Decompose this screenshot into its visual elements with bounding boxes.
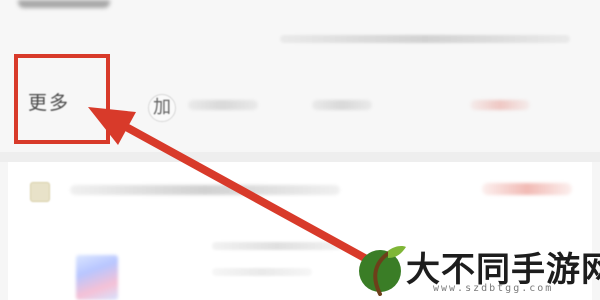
blurred-subtitle (280, 35, 570, 43)
card-title (70, 185, 340, 195)
card-thumbnail[interactable] (76, 255, 118, 300)
tab-blurred[interactable] (188, 100, 258, 110)
card-text-line (212, 242, 342, 250)
blurred-top-element (18, 0, 110, 8)
card-badge-icon (30, 182, 50, 202)
section-divider (0, 152, 600, 162)
tab-blurred[interactable] (312, 100, 372, 110)
tab-blurred-active[interactable] (470, 100, 530, 110)
card-text-line (212, 268, 312, 276)
card-action-tag[interactable] (482, 183, 572, 195)
sprout-logo-icon (359, 246, 406, 296)
tab-add[interactable]: 加 (148, 94, 176, 122)
highlight-box (14, 54, 110, 144)
watermark: 大不同手游网 www.szdbtgg.com (336, 236, 600, 300)
watermark-url: www.szdbtgg.com (433, 283, 554, 294)
